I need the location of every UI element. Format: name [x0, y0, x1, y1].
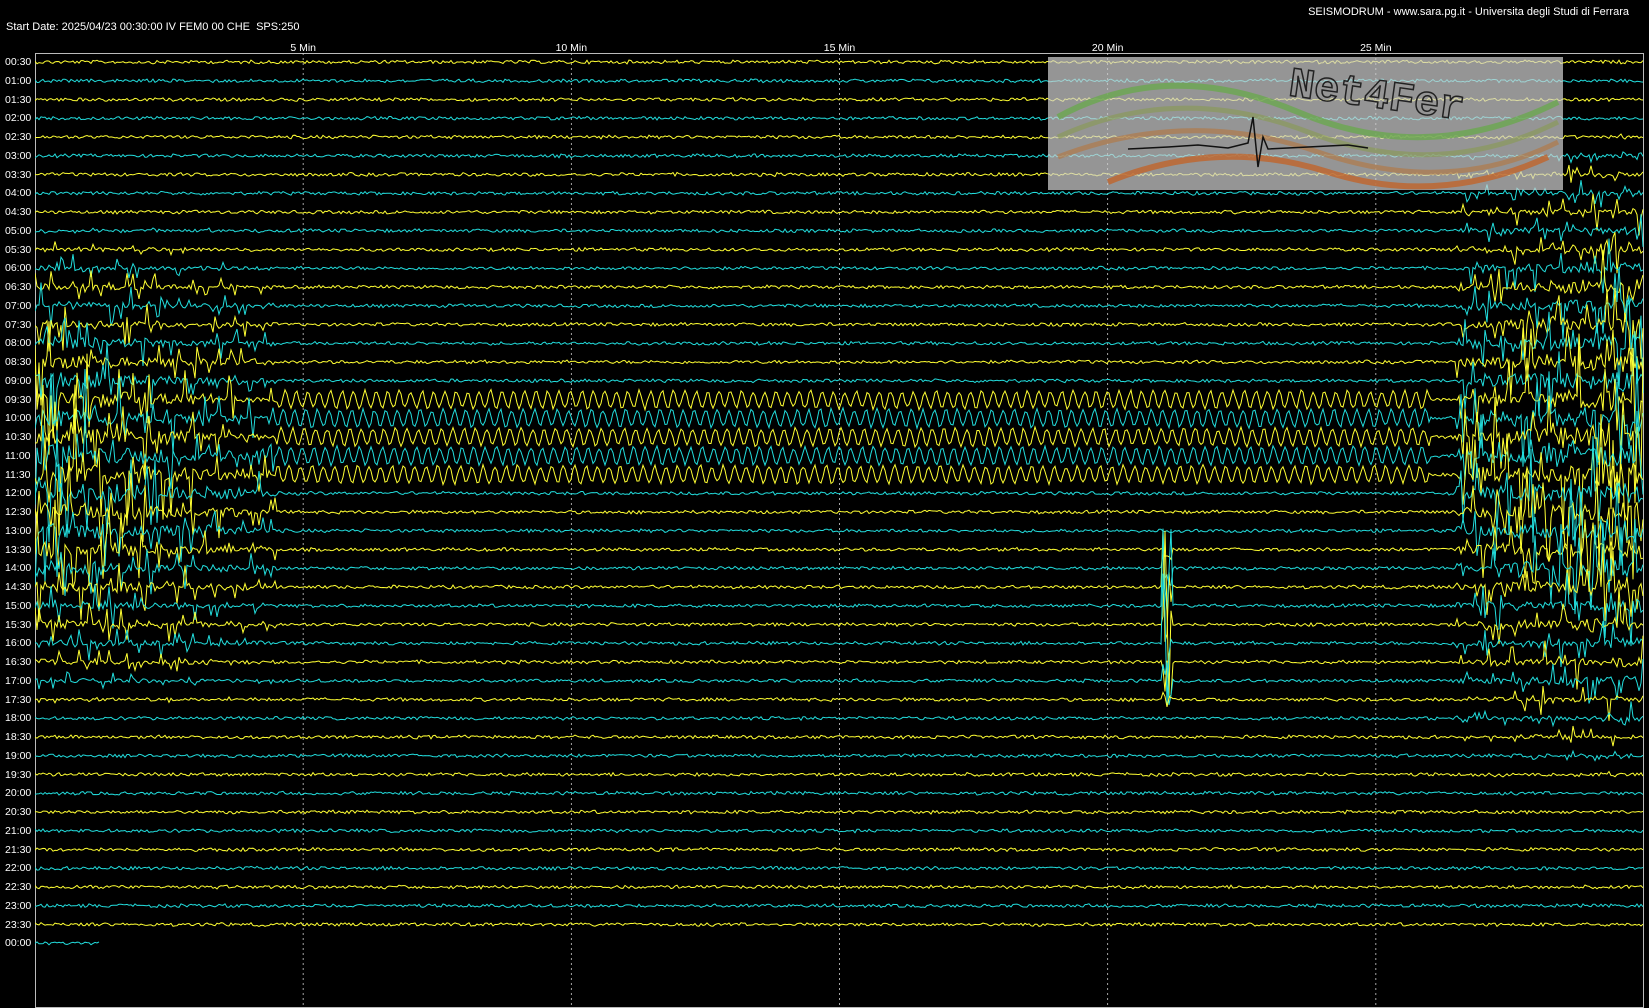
trace-row-1130	[35, 408, 1644, 544]
row-time-label: 12:30	[5, 506, 32, 518]
row-time-label: 18:00	[5, 712, 32, 725]
row-time-label: 16:30	[5, 656, 32, 668]
row-time-label: 23:00	[5, 899, 32, 912]
row-time-label: 01:30	[5, 93, 32, 106]
row-time-label: 23:30	[5, 918, 32, 931]
row-time-label: 08:00	[5, 337, 32, 350]
row-time-label: 06:30	[5, 281, 32, 293]
row-time-label: 00:30	[5, 56, 32, 68]
row-time-label: 01:00	[5, 74, 32, 87]
row-time-label: 04:00	[5, 187, 32, 200]
row-time-label: 03:30	[5, 168, 32, 181]
row-time-label: 12:00	[5, 487, 32, 500]
row-time-label: 00:00	[5, 937, 32, 950]
trace-row-2100	[35, 828, 1644, 834]
row-time-label: 11:00	[5, 449, 31, 462]
row-time-label: 04:30	[5, 206, 32, 218]
row-time-label: 19:00	[5, 749, 32, 762]
start-date-label: Start Date: 2025/04/23 00:30:00 IV FEM0 …	[6, 21, 300, 33]
row-time-label: 19:30	[5, 768, 32, 781]
trace-row-2330	[35, 921, 1644, 928]
trace-row-1000	[35, 357, 1644, 469]
row-time-label: 21:00	[5, 824, 32, 837]
row-time-label: 17:30	[5, 693, 32, 706]
trace-row-0630	[35, 249, 1644, 323]
trace-row-1730	[35, 685, 1644, 721]
trace-row-2300	[35, 903, 1644, 909]
trace-row-1630	[35, 635, 1644, 699]
row-time-label: 05:30	[5, 243, 32, 256]
row-time-label: 07:30	[5, 318, 32, 331]
row-time-label: 20:30	[5, 806, 32, 818]
trace-row-0500	[35, 214, 1644, 247]
row-time-label: 14:30	[5, 581, 32, 593]
row-time-label: 05:00	[5, 224, 32, 237]
row-time-label: 06:00	[5, 262, 32, 275]
trace-row-0830	[35, 321, 1644, 406]
row-time-label: 21:30	[5, 843, 32, 856]
trace-row-0700	[35, 267, 1644, 340]
helicorder-svg	[35, 53, 1644, 1008]
row-time-label: 22:30	[5, 881, 32, 893]
row-time-label: 16:00	[5, 637, 32, 650]
row-time-label: 14:00	[5, 562, 32, 575]
row-time-label: 07:00	[5, 299, 32, 312]
trace-row-1600	[35, 573, 1644, 705]
trace-row-1700	[35, 658, 1644, 706]
row-time-label: 02:30	[5, 131, 32, 143]
row-time-label: 02:00	[5, 112, 32, 125]
source-label: SEISMODRUM - www.sara.pg.it - Universita…	[1308, 6, 1629, 18]
row-time-label: 22:00	[5, 862, 32, 875]
trace-row-2030	[35, 809, 1644, 815]
logo-graphic: Net4Fer	[1048, 57, 1563, 190]
trace-row-0430	[35, 193, 1644, 236]
row-time-label: 15:00	[5, 599, 32, 612]
row-time-label: 11:30	[5, 468, 31, 481]
trace-row-2200	[35, 865, 1644, 872]
row-time-label: 09:00	[5, 374, 32, 387]
row-time-label: 03:00	[5, 149, 32, 162]
trace-row-2130	[35, 846, 1644, 853]
row-time-label: 20:00	[5, 787, 32, 800]
trace-row-1900	[35, 749, 1644, 762]
trace-row-0000	[35, 941, 100, 946]
trace-row-1330	[35, 499, 1644, 595]
row-time-label: 17:00	[5, 674, 32, 687]
net4fer-logo: Net4Fer	[1048, 57, 1563, 190]
row-time-label: 09:30	[5, 393, 32, 406]
row-time-label: 15:30	[5, 618, 32, 631]
row-time-label: 13:00	[5, 524, 32, 537]
trace-row-1930	[35, 770, 1644, 778]
row-time-label: 13:30	[5, 543, 32, 556]
row-time-label: 08:30	[5, 356, 32, 368]
trace-row-1230	[35, 455, 1644, 580]
trace-row-0600	[35, 238, 1644, 294]
row-time-label: 10:30	[5, 431, 32, 443]
trace-row-1400	[35, 518, 1644, 615]
trace-row-1830	[35, 725, 1644, 747]
helicorder-plot	[35, 53, 1644, 1008]
trace-row-0800	[35, 295, 1644, 393]
trace-row-1800	[35, 701, 1644, 728]
row-time-label: 18:30	[5, 731, 32, 743]
trace-row-0730	[35, 287, 1644, 372]
row-time-label: 10:00	[5, 412, 32, 425]
trace-row-2230	[35, 884, 1644, 890]
trace-row-2000	[35, 790, 1644, 796]
trace-row-1100	[35, 410, 1644, 512]
